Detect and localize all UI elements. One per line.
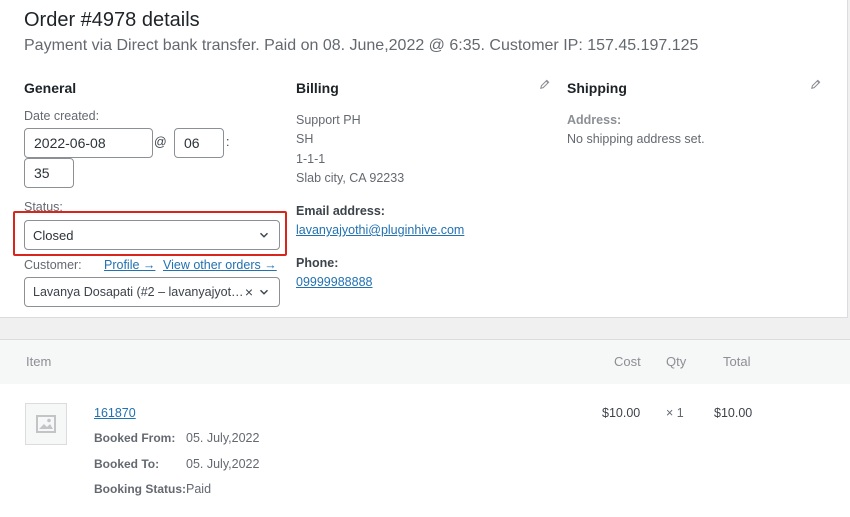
item-meta-key: Booking Status: — [94, 482, 186, 496]
image-placeholder-icon — [36, 415, 56, 433]
shipping-heading: Shipping — [567, 80, 627, 96]
date-created-label: Date created: — [24, 109, 100, 123]
at-separator: @ — [154, 135, 167, 149]
billing-address-line: Support PH — [296, 113, 361, 127]
item-meta-key: Booked From: — [94, 431, 176, 445]
order-title: Order #4978 details — [24, 9, 200, 31]
billing-email-link[interactable]: lavanyajyothi@pluginhive.com — [296, 223, 464, 237]
order-data-panel: Order #4978 details Payment via Direct b… — [0, 0, 848, 318]
edit-shipping-pencil-icon[interactable] — [810, 78, 822, 90]
item-name-link[interactable]: 161870 — [94, 406, 136, 420]
item-meta-value: 05. July,2022 — [186, 431, 260, 445]
customer-profile-link[interactable]: Profile → — [104, 258, 155, 272]
billing-phone-label: Phone: — [296, 256, 339, 270]
customer-select[interactable]: Lavanya Dosapati (#2 – lavanyajyot… × — [24, 277, 280, 307]
edit-billing-pencil-icon[interactable] — [539, 78, 551, 90]
shipping-address-label: Address: — [567, 113, 622, 127]
billing-heading: Billing — [296, 80, 339, 96]
billing-email-label: Email address: — [296, 204, 385, 218]
chevron-down-icon — [260, 232, 268, 238]
customer-label: Customer: — [24, 258, 82, 272]
clear-customer-icon[interactable]: × — [245, 284, 253, 300]
status-select[interactable]: Closed — [24, 220, 280, 250]
billing-address-line: SH — [296, 132, 314, 146]
column-header-item: Item — [26, 354, 52, 369]
billing-phone-link[interactable]: 09999988888 — [296, 275, 372, 289]
billing-address-line: 1-1-1 — [296, 152, 326, 166]
item-total: $10.00 — [714, 406, 753, 420]
item-meta-value: Paid — [186, 482, 212, 496]
shipping-address-value: No shipping address set. — [567, 132, 705, 146]
billing-address-line: Slab city, CA 92233 — [296, 171, 405, 185]
column-header-cost: Cost — [614, 354, 641, 369]
column-header-total: Total — [723, 354, 751, 369]
hour-input[interactable]: 06 — [174, 128, 224, 158]
order-subtitle: Payment via Direct bank transfer. Paid o… — [24, 37, 699, 54]
product-thumbnail — [25, 403, 67, 445]
item-meta-key: Booked To: — [94, 457, 160, 471]
general-heading: General — [24, 80, 77, 96]
minute-input[interactable]: 35 — [24, 158, 74, 188]
status-select-value: Closed — [33, 227, 74, 243]
column-header-qty: Qty — [666, 354, 687, 369]
customer-select-value: Lavanya Dosapati (#2 – lavanyajyot… — [33, 285, 244, 299]
item-meta-value: 05. July,2022 — [186, 457, 260, 471]
view-other-orders-link[interactable]: View other orders → — [163, 258, 277, 272]
item-qty: × 1 — [666, 406, 684, 420]
chevron-down-icon — [260, 289, 268, 295]
item-cost: $10.00 — [602, 406, 641, 420]
date-created-input[interactable]: 2022-06-08 — [24, 128, 153, 158]
time-colon: : — [226, 135, 230, 149]
